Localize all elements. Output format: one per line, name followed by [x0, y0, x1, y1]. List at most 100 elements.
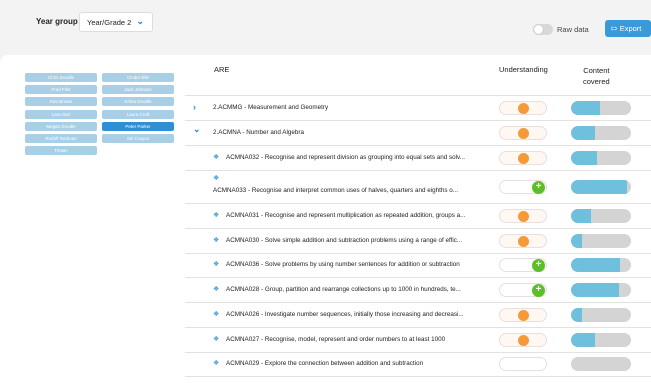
content-covered-column-header: Content covered	[583, 65, 610, 87]
outcome-label: ACMNA033 - Recognise and interpret commo…	[213, 187, 459, 194]
content-covered-bar	[571, 209, 631, 223]
student-chip[interactable]: Cinder Elle	[102, 73, 174, 82]
understanding-toggle[interactable]: +	[499, 258, 547, 272]
year-group-select[interactable]: Year/Grade 2 ⌄	[79, 12, 153, 32]
outcome-label: ACMNA030 - Solve simple addition and sub…	[226, 237, 463, 244]
are-column-header: ARE	[214, 65, 230, 74]
understanding-toggle[interactable]	[499, 151, 547, 165]
understanding-toggle[interactable]	[499, 101, 547, 115]
content-covered-fill	[571, 333, 595, 347]
understanding-toggle[interactable]	[499, 357, 547, 371]
outcome-row[interactable]: ❖ ACMNA033 - Recognise and interpret comm…	[185, 170, 651, 203]
understanding-dot	[518, 236, 529, 247]
content-covered-bar	[571, 151, 631, 165]
outcome-row[interactable]: ❖ ACMNA027 - Recognise, model, represent …	[185, 327, 651, 352]
student-chip[interactable]: Lara Star	[25, 109, 97, 119]
content-covered-bar	[571, 308, 631, 322]
diamond-icon: ❖	[213, 175, 220, 182]
diamond-icon: ❖	[213, 360, 220, 367]
understanding-toggle[interactable]	[499, 234, 547, 248]
year-group-label: Year group	[36, 17, 78, 26]
student-chip[interactable]: Laura Croft	[102, 109, 174, 119]
export-label: Export	[619, 24, 642, 33]
understanding-dot	[518, 211, 529, 222]
plus-icon[interactable]: +	[532, 259, 545, 272]
chevron-down-icon: ⌄	[136, 16, 144, 26]
top-bar: Year group Year/Grade 2 ⌄ Raw data ⇰ Expo…	[0, 0, 651, 52]
content-covered-fill	[571, 234, 582, 248]
understanding-dot	[518, 310, 529, 321]
diamond-icon: ❖	[213, 286, 220, 293]
raw-data-toggle[interactable]	[533, 24, 553, 35]
outcome-row[interactable]: ❖ ACMNA029 - Explore the connection betwe…	[185, 352, 651, 376]
outcome-label: ACMNA032 - Recognise and represent divis…	[226, 154, 465, 161]
group-row[interactable]: ⌄ 2.ACMNA - Number and Algebra	[185, 120, 651, 145]
content-covered-bar	[571, 234, 631, 248]
outcome-label: ACMNA031 - Recognise and represent multi…	[226, 212, 466, 219]
outcome-row[interactable]: ❖ ACMNA032 - Recognise and represent divi…	[185, 145, 651, 170]
student-chip[interactable]: Ken Brown	[25, 97, 97, 107]
content-covered-bar	[571, 126, 631, 140]
student-chip[interactable]: Fred Flint	[25, 85, 97, 95]
outcome-label: ACMNA028 - Group, partition and rearrang…	[226, 286, 461, 293]
content-covered-bar	[571, 333, 631, 347]
content-covered-fill	[571, 101, 600, 115]
student-chip[interactable]: Rodolf Redman	[25, 134, 97, 143]
outcome-row[interactable]: ❖ ACMNA026 - Investigate number sequences…	[185, 302, 651, 327]
student-chip[interactable]: Siri Crayon	[102, 134, 174, 143]
outcome-row[interactable]: ❖ ACMNA036 - Solve problems by using numb…	[185, 253, 651, 277]
student-chip[interactable]: Jack Johnson	[102, 85, 174, 95]
plus-icon[interactable]: +	[532, 284, 545, 297]
diamond-icon: ❖	[213, 237, 220, 244]
outcome-row[interactable]: ❖ ACMNA031 - Recognise and represent mult…	[185, 203, 651, 228]
content-covered-bar	[571, 180, 631, 194]
content-covered-bar	[571, 258, 631, 272]
understanding-toggle[interactable]: +	[499, 180, 547, 194]
diamond-icon: ❖	[213, 261, 220, 268]
understanding-toggle[interactable]	[499, 333, 547, 347]
outcome-label: ACMNA036 - Solve problems by using numbe…	[226, 261, 460, 268]
group-label: 2.ACMNA - Number and Algebra	[213, 129, 304, 136]
content-header-line2: covered	[583, 77, 610, 86]
understanding-toggle[interactable]	[499, 126, 547, 140]
understanding-dot	[518, 128, 529, 139]
content-covered-bar	[571, 357, 631, 371]
group-label: 2.ACMMG - Measurement and Geometry	[213, 104, 329, 111]
student-chip[interactable]: Megan Doodle	[25, 121, 97, 131]
student-chip[interactable]: Chris Doodle	[25, 73, 97, 82]
content-covered-fill	[571, 151, 597, 165]
row-divider	[185, 376, 651, 377]
content-covered-fill	[571, 283, 619, 297]
student-chip[interactable]: Tristan	[25, 146, 97, 156]
plus-icon[interactable]: +	[532, 181, 545, 194]
year-group-value: Year/Grade 2	[87, 18, 132, 27]
content-covered-fill	[571, 308, 582, 322]
chevron-down-icon[interactable]: ⌄	[193, 124, 201, 135]
understanding-toggle[interactable]	[499, 308, 547, 322]
outcome-row[interactable]: ❖ ACMNA028 - Group, partition and rearran…	[185, 277, 651, 302]
student-chip[interactable]: Krista Doodle	[102, 97, 174, 107]
export-button[interactable]: ⇰ Export	[605, 20, 651, 37]
diamond-icon: ❖	[213, 311, 220, 318]
understanding-toggle[interactable]	[499, 209, 547, 223]
content-covered-bar	[571, 101, 631, 115]
toggle-knob	[534, 25, 543, 34]
outcome-label: ACMNA027 - Recognise, model, represent a…	[226, 336, 446, 343]
understanding-dot	[518, 335, 529, 346]
diamond-icon: ❖	[213, 154, 220, 161]
group-row[interactable]: › 2.ACMMG - Measurement and Geometry	[185, 95, 651, 120]
content-header-line1: Content	[583, 66, 610, 75]
chevron-right-icon[interactable]: ›	[193, 102, 196, 112]
content-covered-fill	[571, 258, 621, 272]
outcome-label: ACMNA029 - Explore the connection betwee…	[226, 360, 424, 367]
understanding-toggle[interactable]: +	[499, 283, 547, 297]
content-covered-fill	[571, 209, 591, 223]
content-covered-fill	[571, 180, 627, 194]
export-icon: ⇰	[611, 24, 618, 33]
outcome-row[interactable]: ❖ ACMNA030 - Solve simple addition and su…	[185, 228, 651, 253]
content-covered-fill	[571, 126, 595, 140]
diamond-icon: ❖	[213, 336, 220, 343]
content-covered-bar	[571, 283, 631, 297]
student-chip[interactable]: Peter Parker	[102, 121, 174, 131]
understanding-column-header: Understanding	[499, 65, 548, 74]
